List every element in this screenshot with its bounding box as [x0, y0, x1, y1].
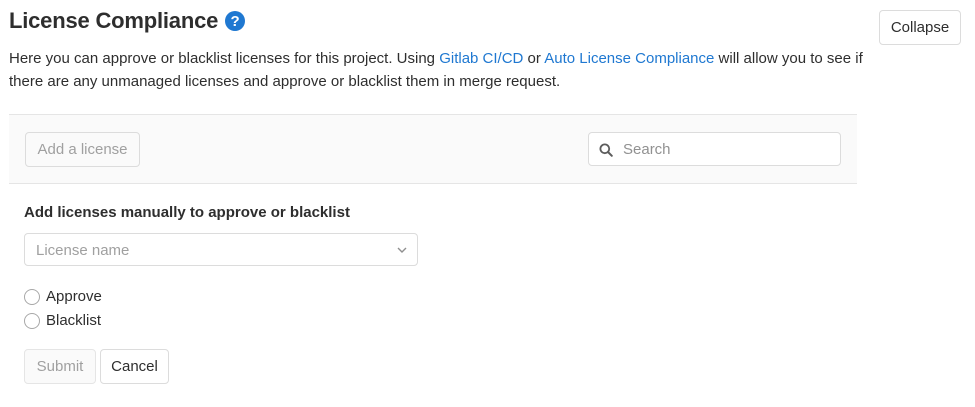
submit-button[interactable]: Submit — [24, 349, 96, 384]
title-row: License Compliance ? — [9, 8, 246, 34]
approve-radio[interactable] — [24, 288, 40, 305]
blacklist-radio[interactable] — [24, 312, 40, 329]
license-toolbar: Add a license — [9, 114, 857, 184]
description-text-1: Here you can approve or blacklist licens… — [9, 50, 440, 67]
approve-radio-option[interactable]: Approve — [24, 288, 102, 305]
gitlab-ci-cd-link[interactable]: Gitlab CI/CD — [439, 50, 523, 67]
search-box[interactable] — [588, 132, 841, 166]
search-input[interactable] — [621, 133, 836, 165]
add-license-form-heading: Add licenses manually to approve or blac… — [24, 204, 350, 221]
add-license-button[interactable]: Add a license — [25, 132, 140, 167]
chevron-down-icon — [397, 247, 407, 253]
collapse-button[interactable]: Collapse — [879, 10, 961, 45]
question-circle-icon[interactable]: ? — [225, 11, 246, 31]
license-name-placeholder: License name — [36, 242, 130, 259]
page-title: License Compliance — [9, 8, 219, 33]
blacklist-radio-option[interactable]: Blacklist — [24, 312, 101, 329]
section-description: Here you can approve or blacklist licens… — [9, 47, 869, 93]
auto-license-compliance-link[interactable]: Auto License Compliance — [544, 50, 714, 67]
blacklist-radio-label: Blacklist — [46, 312, 102, 329]
search-icon — [599, 143, 613, 157]
description-text-2: or — [523, 50, 545, 67]
license-compliance-page: License Compliance ? Collapse Here you c… — [0, 0, 975, 407]
cancel-button[interactable]: Cancel — [100, 349, 169, 384]
license-name-select[interactable]: License name — [24, 233, 418, 266]
approve-radio-label: Approve — [46, 288, 102, 305]
